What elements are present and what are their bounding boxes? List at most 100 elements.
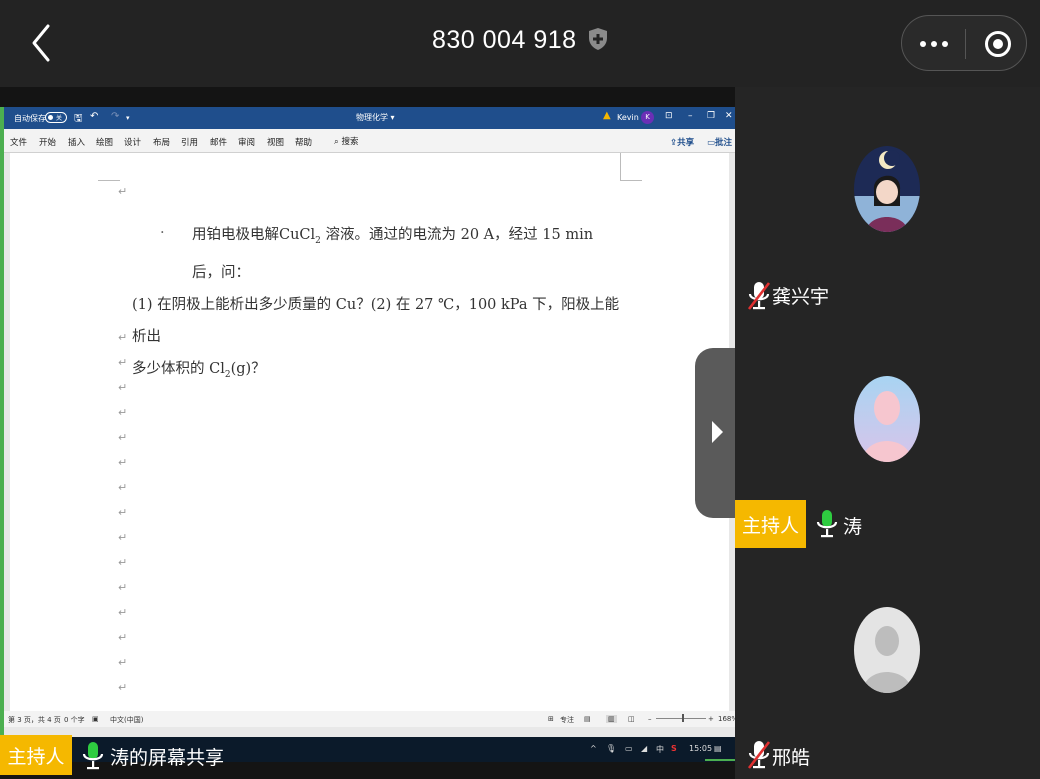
zoom-in-icon[interactable]: + (708, 715, 714, 723)
paragraph-mark: ↵ (118, 481, 128, 494)
paragraph-mark: ↵ (118, 656, 128, 669)
zoom-slider[interactable] (656, 718, 706, 719)
tab-draw[interactable]: 绘图 (96, 136, 113, 148)
focus-icon[interactable]: ⊞ (548, 715, 554, 723)
microphone-icon (816, 510, 838, 538)
zoom-out-icon[interactable]: – (648, 715, 652, 723)
word-status-bar: 第 3 页，共 4 页 0 个字 ▣ 中文(中国) ⊞ 专注 ▤ ▥ ◫ – +… (4, 711, 738, 727)
tab-review[interactable]: 审阅 (238, 136, 255, 148)
share-button[interactable]: ⇪共享 (670, 136, 694, 148)
word-window: 自动保存 关 🖫 ↶ ↷ ▾ 物理化学 ▾ ▲ Kevin K ⊡ – ❐ ✕ … (0, 107, 738, 737)
participant-panel-toggle[interactable] (695, 348, 735, 518)
ribbon-display-icon[interactable]: ⊡ (665, 111, 673, 121)
problem-line-3: 多少体积的 Cl2(g)？ (132, 353, 622, 391)
ribbon-search[interactable]: ⌕ 搜索 (334, 135, 358, 147)
tab-references[interactable]: 引用 (181, 136, 198, 148)
problem-line-3-b: (g)？ (230, 360, 266, 377)
customize-toolbar-icon[interactable]: ▾ (126, 114, 130, 122)
paragraph-mark: ↵ (118, 506, 128, 519)
security-shield-icon (588, 27, 608, 58)
document-name[interactable]: 物理化学 ▾ (356, 112, 395, 123)
paragraph-mark: ↵ (118, 531, 128, 544)
warning-icon: ▲ (603, 110, 611, 121)
tab-file[interactable]: 文件 (10, 136, 27, 148)
status-language[interactable]: 中文(中国) (110, 715, 143, 725)
meeting-id-title: 830 004 918 (0, 26, 1040, 58)
comment-icon: ▭ (707, 138, 716, 148)
participant-tile[interactable]: 主持人 涛 (735, 317, 1040, 548)
ribbon-tabs: 文件 开始 插入 绘图 设计 布局 引用 邮件 审阅 视图 帮助 ⌕ 搜索 ⇪共… (4, 129, 735, 153)
web-layout-icon[interactable]: ◫ (628, 715, 635, 723)
close-icon[interactable]: ✕ (725, 111, 733, 121)
participant-name: 邢皓 (772, 747, 811, 769)
paragraph-mark: ↵ (118, 631, 128, 644)
participant-tile[interactable]: 龚兴宇 (735, 87, 1040, 317)
screen-share-text: 涛的屏幕共享 (110, 747, 225, 769)
paragraph-mark: ↵ (118, 406, 128, 419)
search-label: 搜索 (341, 137, 359, 147)
paragraph-mark: ↵ (118, 331, 128, 344)
print-layout-icon[interactable]: ▥ (606, 715, 617, 723)
meeting-id-text: 830 004 918 (432, 26, 577, 54)
host-badge: 主持人 (0, 735, 72, 775)
tab-insert[interactable]: 插入 (68, 136, 85, 148)
save-icon[interactable]: 🖫 (74, 111, 83, 128)
tab-view[interactable]: 视图 (267, 136, 284, 148)
paragraph-mark: ↵ (118, 456, 128, 469)
status-words[interactable]: 0 个字 (64, 715, 85, 725)
screen-share-label: 主持人 涛的屏幕共享 (0, 735, 735, 779)
miniapp-capsule (901, 15, 1027, 71)
paragraph-mark: ↵ (118, 381, 128, 394)
restore-icon[interactable]: ❐ (707, 111, 715, 121)
margin-corner-mark (620, 153, 642, 181)
zoom-slider-thumb[interactable] (682, 714, 684, 722)
status-page[interactable]: 第 3 页，共 4 页 (8, 715, 61, 725)
read-mode-icon[interactable]: ▤ (584, 715, 591, 723)
participants-panel: 龚兴宇 主持人 涛 邢皓 (735, 87, 1040, 779)
tab-mailings[interactable]: 邮件 (210, 136, 227, 148)
paragraph-mark: ↵ (118, 556, 128, 569)
paragraph-mark: ↵ (118, 356, 128, 369)
status-focus[interactable]: 专注 (560, 715, 574, 725)
autosave-label: 自动保存 (14, 114, 46, 123)
avatar (854, 607, 920, 693)
problem-line-1: · 用铂电极电解CuCl2 溶液。通过的电流为 20 A，经过 15 min 后… (132, 219, 622, 289)
problem-line-1-text: 用铂电极电解CuCl (192, 227, 316, 243)
proofing-icon[interactable]: ▣ (92, 715, 99, 723)
paragraph-mark: ↵ (118, 681, 128, 694)
participant-tile[interactable]: 邢皓 (735, 547, 1040, 777)
user-avatar[interactable]: K (641, 111, 654, 124)
problem-text: · 用铂电极电解CuCl2 溶液。通过的电流为 20 A，经过 15 min 后… (132, 219, 622, 391)
paragraph-mark: ↵ (118, 581, 128, 594)
participant-name: 涛 (843, 516, 863, 538)
participant-name: 龚兴宇 (772, 286, 830, 308)
top-bar: 830 004 918 (0, 0, 1040, 87)
autosave-toggle[interactable]: 关 (45, 112, 67, 123)
autosave-state: 关 (56, 115, 63, 122)
host-badge: 主持人 (735, 500, 806, 548)
tab-design[interactable]: 设计 (124, 136, 141, 148)
meeting-screen: 830 004 918 自动保存 关 🖫 ↶ ↷ ▾ 物理化学 ▾ ▲ Kevi… (0, 0, 1040, 779)
paragraph-mark: ↵ (118, 606, 128, 619)
comment-label: 批注 (715, 138, 733, 148)
microphone-muted-icon (747, 282, 771, 310)
document-page[interactable]: ↵ · 用铂电极电解CuCl2 溶液。通过的电流为 20 A，经过 15 min… (10, 153, 729, 711)
avatar (854, 376, 920, 462)
avatar (854, 146, 920, 232)
microphone-icon (82, 742, 104, 770)
comment-button[interactable]: ▭批注 (707, 136, 732, 148)
more-options-button[interactable] (912, 22, 956, 66)
minimize-icon[interactable]: – (688, 111, 693, 121)
paragraph-mark: ↵ (118, 431, 128, 444)
close-target-icon[interactable] (984, 30, 1012, 58)
undo-icon[interactable]: ↶ (90, 111, 98, 122)
redo-icon[interactable]: ↷ (111, 111, 119, 122)
tab-layout[interactable]: 布局 (153, 136, 170, 148)
dot-icon (931, 41, 937, 47)
user-name: Kevin (617, 113, 639, 122)
dot-icon (942, 41, 948, 47)
tab-home[interactable]: 开始 (39, 136, 56, 148)
margin-corner-mark (98, 153, 120, 181)
tab-help[interactable]: 帮助 (295, 136, 312, 148)
problem-line-2: (1) 在阴极上能析出多少质量的 Cu？(2) 在 27 ℃，100 kPa 下… (132, 296, 620, 345)
